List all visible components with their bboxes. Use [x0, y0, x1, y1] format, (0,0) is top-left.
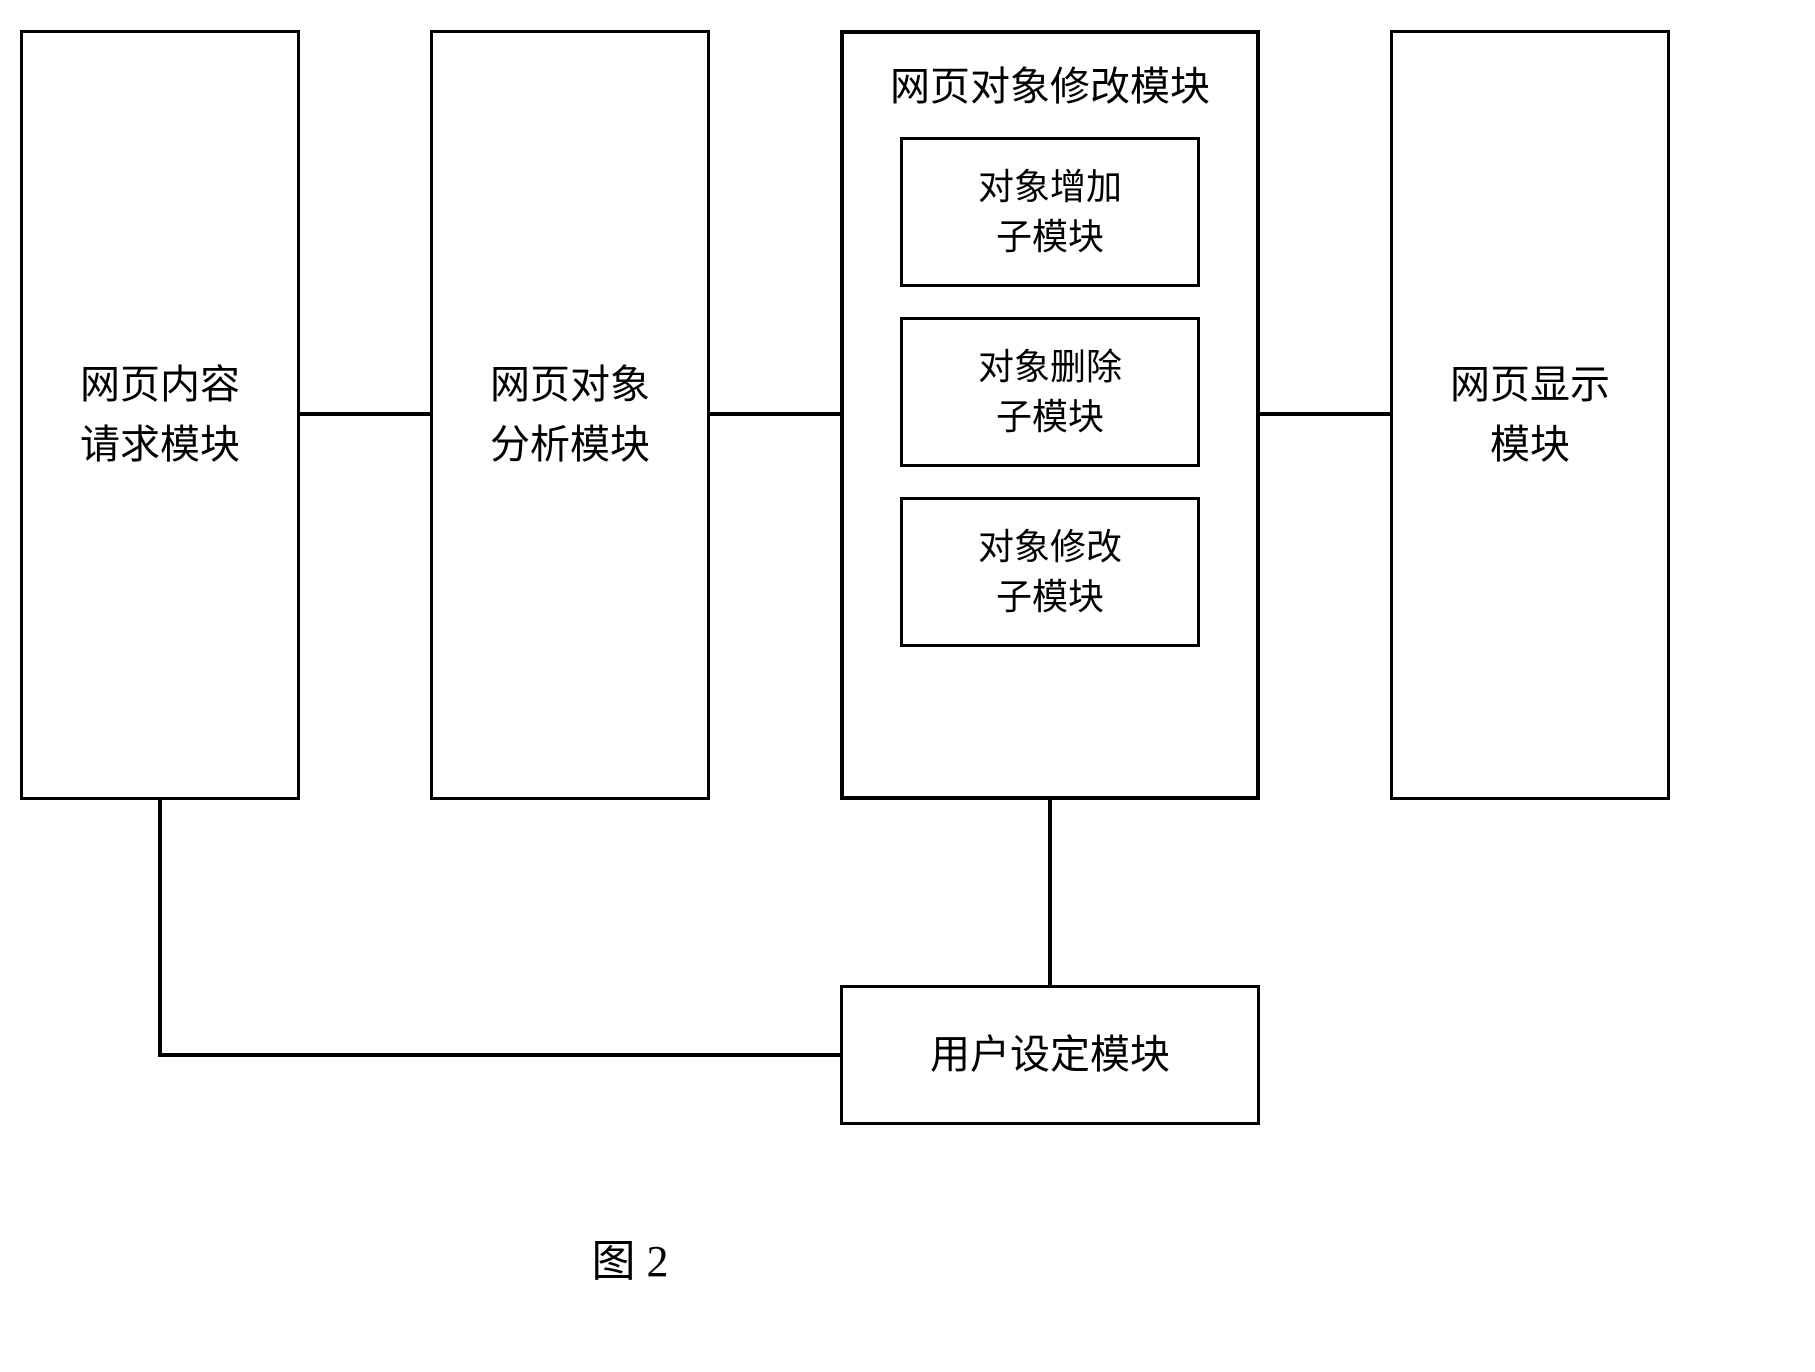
caption-text: 图 2 — [592, 1237, 669, 1286]
figure-caption: 图 2 — [0, 1225, 1260, 1289]
label-request: 网页内容 请求模块 — [80, 355, 240, 475]
label-modify-title: 网页对象修改模块 — [874, 54, 1226, 112]
connector-v2 — [158, 800, 162, 1055]
sub-box-add: 对象增加 子模块 — [900, 137, 1200, 287]
sub-module-stack: 对象增加 子模块 对象删除 子模块 对象修改 子模块 — [874, 137, 1226, 647]
label-sub-modify: 对象修改 子模块 — [978, 522, 1122, 623]
box-modify-module: 网页对象修改模块 对象增加 子模块 对象删除 子模块 对象修改 子模块 — [840, 30, 1260, 800]
connector-h4 — [158, 1053, 840, 1057]
connector-h1 — [300, 412, 430, 416]
box-user-setting: 用户设定模块 — [840, 985, 1260, 1125]
connector-h3 — [1260, 412, 1390, 416]
box-request-module: 网页内容 请求模块 — [20, 30, 300, 800]
label-sub-add: 对象增加 子模块 — [978, 162, 1122, 263]
connector-v1 — [1048, 800, 1052, 985]
box-analysis-module: 网页对象 分析模块 — [430, 30, 710, 800]
box-display-module: 网页显示 模块 — [1390, 30, 1670, 800]
label-sub-delete: 对象删除 子模块 — [978, 342, 1122, 443]
sub-box-delete: 对象删除 子模块 — [900, 317, 1200, 467]
connector-h2 — [710, 412, 840, 416]
label-analysis: 网页对象 分析模块 — [490, 355, 650, 475]
sub-box-modify: 对象修改 子模块 — [900, 497, 1200, 647]
label-display: 网页显示 模块 — [1450, 355, 1610, 475]
label-user-setting: 用户设定模块 — [930, 1025, 1170, 1085]
